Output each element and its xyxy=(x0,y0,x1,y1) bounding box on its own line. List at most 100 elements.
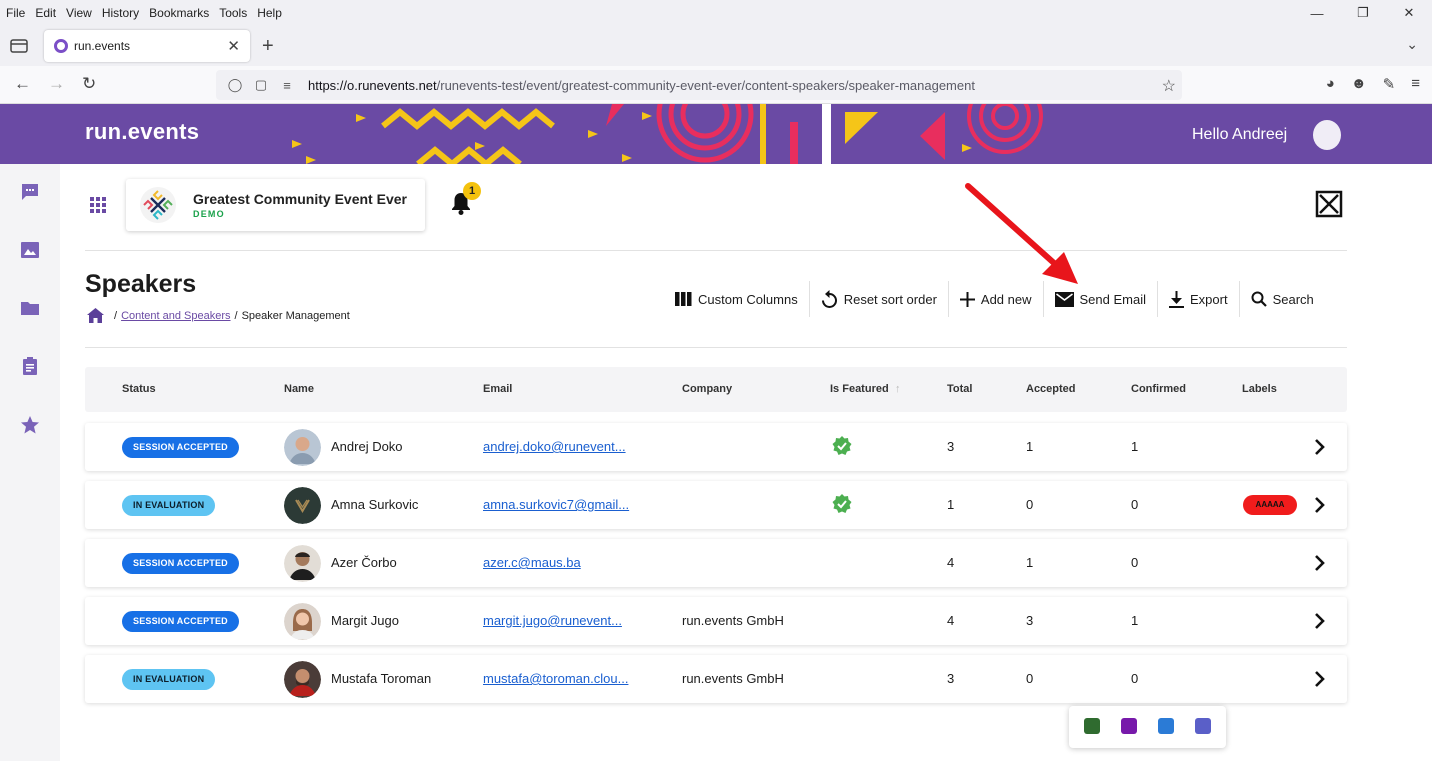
speaker-name: Andrej Doko xyxy=(331,439,403,454)
reload-icon[interactable]: ↻ xyxy=(82,74,96,94)
chevron-right-icon[interactable] xyxy=(1313,438,1327,456)
accepted-count: 1 xyxy=(1026,439,1034,454)
star-icon[interactable] xyxy=(20,415,40,435)
table-row[interactable]: SESSION ACCEPTED Andrej Doko andrej.doko… xyxy=(85,423,1347,471)
speaker-email-link[interactable]: margit.jugo@runevent... xyxy=(483,613,622,628)
column-accepted[interactable]: Accepted xyxy=(1026,383,1076,395)
breadcrumb-separator: / xyxy=(114,309,118,322)
lock-icon[interactable]: ▢ xyxy=(250,77,272,93)
menu-help[interactable]: Help xyxy=(257,6,282,20)
apps-grid-icon[interactable] xyxy=(90,197,106,213)
column-name[interactable]: Name xyxy=(284,383,314,395)
new-tab-icon[interactable]: + xyxy=(262,35,274,58)
back-icon[interactable]: ← xyxy=(14,74,31,94)
column-company[interactable]: Company xyxy=(682,383,732,395)
restore-icon[interactable]: ❐ xyxy=(1340,0,1386,26)
close-window-icon[interactable]: ✕ xyxy=(1386,0,1432,26)
page-title: Speakers xyxy=(85,270,197,298)
column-email[interactable]: Email xyxy=(483,383,512,395)
app-logo[interactable]: run.events xyxy=(85,119,199,145)
address-bar[interactable]: ◯ ▢ ≡ https://o.runevents.net/runevents-… xyxy=(216,70,1182,100)
breadcrumb: / Content and Speakers / Speaker Managem… xyxy=(87,308,350,323)
table-row[interactable]: SESSION ACCEPTED Azer Čorbo azer.c@maus.… xyxy=(85,539,1347,587)
terminal-app-icon[interactable] xyxy=(1084,718,1100,734)
chevron-right-icon[interactable] xyxy=(1313,554,1327,572)
forward-icon[interactable]: → xyxy=(48,74,65,94)
bookmark-star-icon[interactable]: ☆ xyxy=(1162,76,1176,96)
chevron-right-icon[interactable] xyxy=(1313,670,1327,688)
accepted-count: 3 xyxy=(1026,613,1034,628)
tab-list-icon[interactable] xyxy=(8,36,30,56)
search-button[interactable]: Search xyxy=(1240,281,1325,317)
table-row[interactable]: SESSION ACCEPTED Margit Jugo margit.jugo… xyxy=(85,597,1347,645)
column-confirmed[interactable]: Confirmed xyxy=(1131,383,1186,395)
menu-history[interactable]: History xyxy=(102,6,139,20)
url-host: https://o.runevents.net xyxy=(308,77,437,93)
reset-sort-label: Reset sort order xyxy=(843,291,937,307)
reset-sort-button[interactable]: Reset sort order xyxy=(810,281,949,317)
avatar xyxy=(284,661,321,698)
mail-icon xyxy=(1054,291,1074,307)
speaker-email-link[interactable]: azer.c@maus.ba xyxy=(483,555,581,570)
site-favicon-icon xyxy=(54,39,68,53)
chevron-right-icon[interactable] xyxy=(1313,612,1327,630)
teams-app-icon[interactable] xyxy=(1195,718,1211,734)
user-avatar[interactable] xyxy=(1313,120,1341,150)
browser-tab[interactable]: run.events ✕ xyxy=(44,30,250,62)
menu-edit[interactable]: Edit xyxy=(35,6,56,20)
tab-title: run.events xyxy=(74,39,131,53)
event-name: Greatest Community Event Ever xyxy=(193,191,407,207)
menu-tools[interactable]: Tools xyxy=(219,6,247,20)
custom-columns-label: Custom Columns xyxy=(698,291,798,307)
user-greeting[interactable]: Hello Andreej xyxy=(1192,126,1287,144)
table-row[interactable]: IN EVALUATION Amna Surkovic amna.surkovi… xyxy=(85,481,1347,529)
app-header: run.events Hello Andreej xyxy=(0,104,1432,164)
accepted-count: 0 xyxy=(1026,497,1034,512)
defender-app-icon[interactable] xyxy=(1158,718,1174,734)
hamburger-menu-icon[interactable]: ≡ xyxy=(1411,75,1420,93)
search-icon xyxy=(1251,291,1267,307)
sort-arrow-up-icon[interactable]: ↑ xyxy=(895,383,901,395)
extensions-icon[interactable]: ✎ xyxy=(1383,75,1396,93)
onenote-app-icon[interactable] xyxy=(1121,718,1137,734)
column-is-featured[interactable]: Is Featured xyxy=(830,383,889,395)
left-sidebar xyxy=(0,164,60,761)
divider xyxy=(85,250,1347,251)
speaker-email-link[interactable]: andrej.doko@runevent... xyxy=(483,439,626,454)
close-icon[interactable] xyxy=(1315,190,1343,218)
custom-columns-button[interactable]: Custom Columns xyxy=(664,281,810,317)
close-tab-icon[interactable]: ✕ xyxy=(227,37,240,55)
browser-menubar: File Edit View History Bookmarks Tools H… xyxy=(0,0,1432,26)
chevron-right-icon[interactable] xyxy=(1313,496,1327,514)
clipboard-icon[interactable] xyxy=(20,356,40,376)
image-icon[interactable] xyxy=(20,240,40,260)
minimize-icon[interactable]: — xyxy=(1294,0,1340,26)
total-count: 1 xyxy=(947,497,955,512)
breadcrumb-content-and-speakers[interactable]: Content and Speakers xyxy=(121,310,230,322)
column-status[interactable]: Status xyxy=(122,383,156,395)
column-labels[interactable]: Labels xyxy=(1242,383,1277,395)
avatar xyxy=(284,603,321,640)
event-selector[interactable]: Greatest Community Event Ever DEMO xyxy=(126,179,425,231)
confirmed-count: 1 xyxy=(1131,613,1139,628)
check-badge-icon xyxy=(832,436,852,455)
chat-icon[interactable] xyxy=(20,182,40,202)
table-row[interactable]: IN EVALUATION Mustafa Toroman mustafa@to… xyxy=(85,655,1347,703)
folder-icon[interactable] xyxy=(20,298,40,318)
menu-file[interactable]: File xyxy=(6,6,25,20)
permissions-icon[interactable]: ≡ xyxy=(276,78,298,93)
reset-icon xyxy=(821,290,837,308)
shield-icon[interactable]: ◯ xyxy=(224,77,246,93)
home-icon[interactable] xyxy=(87,308,104,323)
export-button[interactable]: Export xyxy=(1158,281,1240,317)
account-icon[interactable]: ☻ xyxy=(1351,75,1367,93)
pocket-icon[interactable]: ◕ xyxy=(1326,75,1335,93)
menu-bookmarks[interactable]: Bookmarks xyxy=(149,6,209,20)
speaker-email-link[interactable]: amna.surkovic7@gmail... xyxy=(483,497,629,512)
menu-view[interactable]: View xyxy=(66,6,92,20)
confirmed-count: 0 xyxy=(1131,497,1139,512)
speaker-email-link[interactable]: mustafa@toroman.clou... xyxy=(483,671,628,686)
chevron-down-icon[interactable]: ⌄ xyxy=(1406,36,1418,53)
column-total[interactable]: Total xyxy=(947,383,972,395)
add-new-label: Add new xyxy=(980,291,1032,307)
